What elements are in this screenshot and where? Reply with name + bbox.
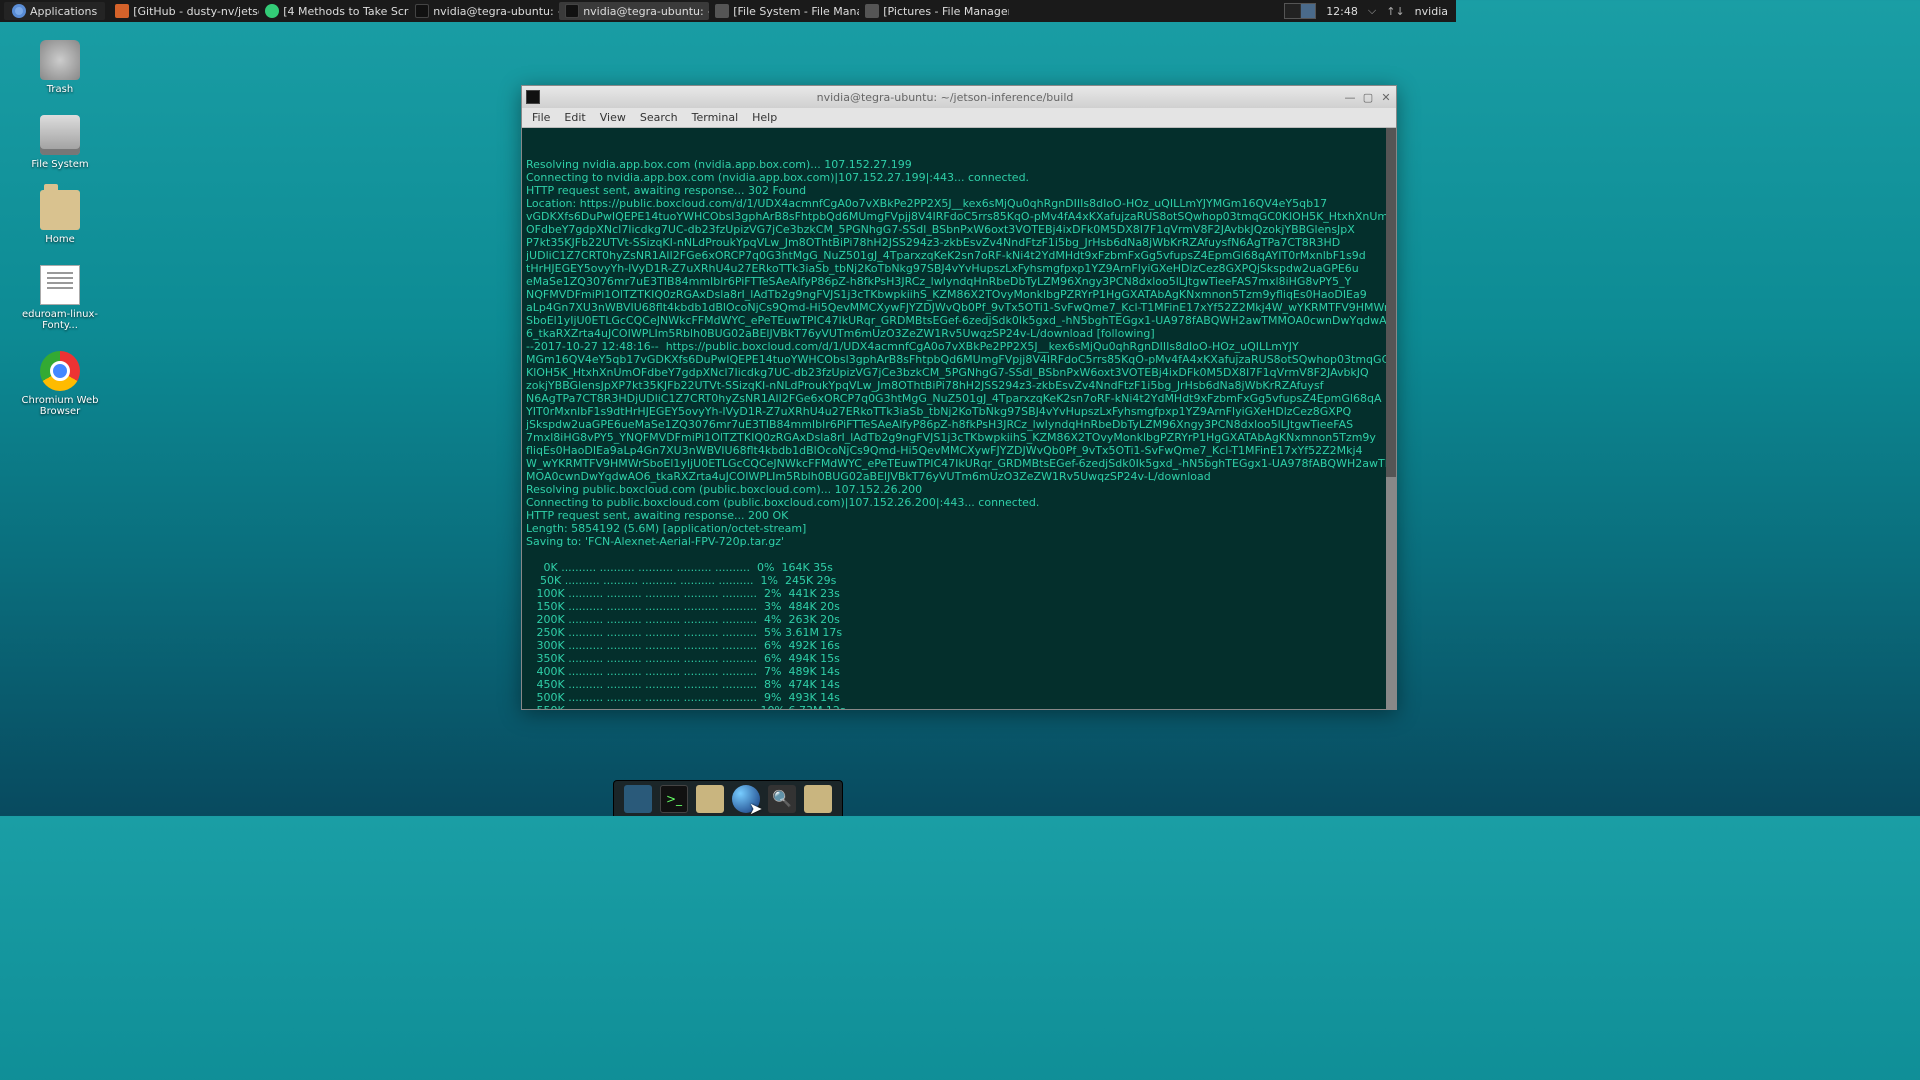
terminal-scrollbar[interactable] <box>1386 128 1396 709</box>
window-minimize-button[interactable]: — <box>1344 91 1356 104</box>
network-icon[interactable]: ↑↓ <box>1386 5 1404 18</box>
menu-view[interactable]: View <box>600 111 626 124</box>
desktop-glyph <box>40 190 80 230</box>
bluetooth-icon[interactable]: ⌵ <box>1368 4 1376 18</box>
dock-show-desktop[interactable] <box>624 785 652 813</box>
window-close-button[interactable]: ✕ <box>1380 91 1392 104</box>
taskbar-label: [Pictures - File Manager] <box>883 5 1009 18</box>
taskbar-label: [GitHub - dusty-nv/jetso... <box>133 5 259 18</box>
taskbar-label: [File System - File Mana... <box>733 5 859 18</box>
app-icon <box>865 4 879 18</box>
desktop-icon[interactable]: eduroam-linux-Fonty... <box>20 265 100 331</box>
desktop-icon-label: File System <box>31 159 88 170</box>
window-tasklist: [GitHub - dusty-nv/jetso... [4 Methods to… <box>109 2 1009 20</box>
taskbar-item[interactable]: [Pictures - File Manager] <box>859 2 1009 20</box>
xfce-mouse-icon <box>12 4 26 18</box>
terminal-window[interactable]: nvidia@tegra-ubuntu: ~/jetson-inference/… <box>521 85 1397 710</box>
desktop-glyph <box>40 115 80 155</box>
desktop-icon[interactable]: Home <box>20 190 100 245</box>
app-icon <box>115 4 129 18</box>
applications-menu[interactable]: Applications <box>4 2 105 20</box>
window-maximize-button[interactable]: ▢ <box>1362 91 1374 104</box>
scrollbar-thumb[interactable] <box>1386 477 1396 709</box>
desktop-icon[interactable]: File System <box>20 115 100 170</box>
menu-terminal[interactable]: Terminal <box>692 111 739 124</box>
taskbar-item[interactable]: nvidia@tegra-ubuntu: ~... <box>559 2 709 20</box>
mouse-cursor-icon: ➤ <box>749 799 762 818</box>
app-icon <box>565 4 579 18</box>
menu-help[interactable]: Help <box>752 111 777 124</box>
desktop-icon-label: Chromium Web Browser <box>20 395 100 417</box>
taskbar-item[interactable]: nvidia@tegra-ubuntu: ~... <box>409 2 559 20</box>
window-title: nvidia@tegra-ubuntu: ~/jetson-inference/… <box>546 91 1344 104</box>
taskbar-label: nvidia@tegra-ubuntu: ~... <box>433 5 559 18</box>
user-label[interactable]: nvidia <box>1415 5 1448 18</box>
taskbar-item[interactable]: [4 Methods to Take Scre... <box>259 2 409 20</box>
desktop-icons: Trash File System Home eduroam-linux-Fonty.… <box>20 40 100 417</box>
terminal-icon <box>526 90 540 104</box>
app-icon <box>265 4 279 18</box>
desktop-icon-label: eduroam-linux-Fonty... <box>20 309 100 331</box>
clock[interactable]: 12:48 <box>1326 5 1358 18</box>
menu-edit[interactable]: Edit <box>564 111 585 124</box>
menu-search[interactable]: Search <box>640 111 678 124</box>
app-icon <box>415 4 429 18</box>
window-titlebar[interactable]: nvidia@tegra-ubuntu: ~/jetson-inference/… <box>522 86 1396 108</box>
applications-label: Applications <box>30 5 97 18</box>
dock-file-manager[interactable] <box>696 785 724 813</box>
taskbar-label: [4 Methods to Take Scre... <box>283 5 409 18</box>
desktop-icon-label: Home <box>45 234 75 245</box>
taskbar-label: nvidia@tegra-ubuntu: ~... <box>583 5 709 18</box>
workspace-switcher[interactable] <box>1284 3 1316 19</box>
desktop-icon[interactable]: Trash <box>20 40 100 95</box>
taskbar-item[interactable]: [File System - File Mana... <box>709 2 859 20</box>
menu-file[interactable]: File <box>532 111 550 124</box>
bottom-dock: >_ 🔍 ➤ <box>613 780 843 816</box>
desktop-glyph <box>40 351 80 391</box>
taskbar-item[interactable]: [GitHub - dusty-nv/jetso... <box>109 2 259 20</box>
dock-app-finder[interactable]: 🔍 <box>768 785 796 813</box>
desktop-icon[interactable]: Chromium Web Browser <box>20 351 100 417</box>
terminal-body[interactable]: Resolving nvidia.app.box.com (nvidia.app… <box>522 128 1396 709</box>
dock-folder[interactable] <box>804 785 832 813</box>
app-icon <box>715 4 729 18</box>
top-panel: Applications [GitHub - dusty-nv/jetso...… <box>0 0 1456 22</box>
terminal-menubar: File Edit View Search Terminal Help <box>522 108 1396 128</box>
desktop-icon-label: Trash <box>47 84 73 95</box>
dock-terminal[interactable]: >_ <box>660 785 688 813</box>
desktop-glyph <box>40 265 80 305</box>
desktop-glyph <box>40 40 80 80</box>
terminal-output: Resolving nvidia.app.box.com (nvidia.app… <box>526 158 1392 709</box>
